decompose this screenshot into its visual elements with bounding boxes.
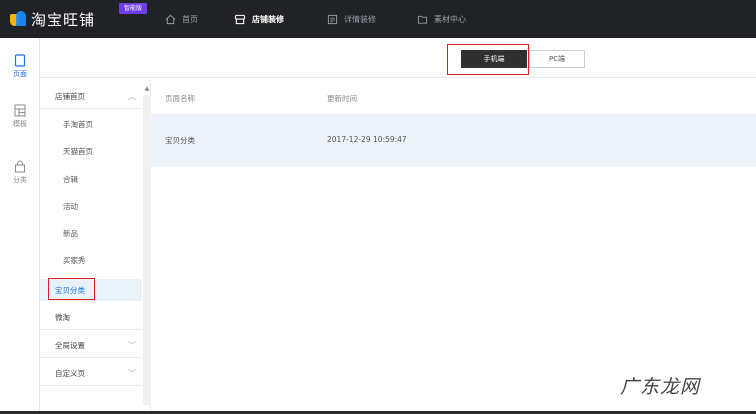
rail-item-category[interactable]: 分类 [0, 160, 40, 196]
scroll-up-icon[interactable]: ▲ [143, 85, 151, 93]
taobao-logo-icon [10, 11, 26, 27]
bag-icon [15, 160, 25, 173]
group-global-settings-label: 全局设置 [55, 341, 85, 350]
list-item-collection[interactable]: 合辑 [40, 168, 142, 190]
list-item-mobile-home[interactable]: 手淘首页 [40, 113, 142, 135]
nav-detail-decoration[interactable]: 详情装修 [327, 0, 376, 38]
highlight-box-category [48, 278, 95, 300]
list-item-label: 新品 [63, 228, 78, 238]
rail-item-page-label: 页面 [13, 70, 27, 78]
rail-item-template-label: 模板 [13, 120, 27, 128]
rail-item-category-label: 分类 [13, 176, 27, 184]
group-store-home-label: 店铺首页 [55, 92, 85, 101]
brand-logo[interactable]: 淘宝旺铺 [10, 9, 95, 29]
nav-detail-label: 详情装修 [344, 14, 376, 24]
list-item-label: 天猫首页 [63, 146, 93, 156]
left-rail: 页面 模板 分类 [0, 38, 40, 414]
list-item-buyer-show[interactable]: 买家秀 [40, 249, 142, 271]
chevron-up-icon[interactable]: ︿ [128, 91, 136, 102]
device-toolbar: 手机端 PC端 [40, 38, 756, 78]
rail-item-template[interactable]: 模板 [0, 104, 40, 140]
panel-scrollbar[interactable] [143, 95, 151, 405]
detail-icon [327, 14, 338, 24]
folder-icon [417, 15, 428, 24]
list-item-new-arrivals[interactable]: 新品 [40, 222, 142, 244]
top-bar: 淘宝旺铺 智能版 首页 店铺装修 详情装修 素材中心 [0, 0, 756, 38]
store-icon [234, 14, 246, 24]
list-item-label: 买家秀 [63, 255, 86, 265]
nav-store-label: 店铺装修 [252, 14, 284, 24]
nav-home[interactable]: 首页 [165, 0, 198, 38]
cell-update-time: 2017-12-29 10:59:47 [327, 135, 407, 144]
nav-store-decoration[interactable]: 店铺装修 [234, 0, 284, 38]
highlight-box-mobile [447, 44, 529, 75]
column-header-update-time: 更新时间 [327, 94, 357, 103]
rail-item-page[interactable]: 页面 [0, 54, 40, 90]
brand-name: 淘宝旺铺 [31, 10, 96, 29]
group-custom-pages-label: 自定义页 [55, 369, 85, 378]
home-icon [165, 14, 176, 24]
edition-badge: 智能版 [119, 3, 147, 14]
list-item-activity[interactable]: 活动 [40, 195, 142, 217]
nav-material-center[interactable]: 素材中心 [417, 0, 466, 38]
template-icon [14, 104, 26, 117]
table-row[interactable]: 宝贝分类 2017-12-29 10:59:47 [151, 115, 756, 167]
watermark-text: 广东龙网 [620, 375, 701, 398]
chevron-down-icon[interactable]: ﹀ [128, 340, 136, 351]
list-item-tmall-home[interactable]: 天猫首页 [40, 140, 142, 162]
column-header-page-name: 页面名称 [165, 94, 195, 103]
nav-material-label: 素材中心 [434, 14, 466, 24]
group-weitao[interactable]: 微淘 [40, 306, 142, 330]
cell-page-name: 宝贝分类 [165, 136, 195, 145]
group-weitao-label: 微淘 [55, 313, 70, 322]
group-store-home[interactable]: 店铺首页 ︿ [40, 85, 142, 109]
watermark: 广东龙网 [620, 373, 720, 398]
group-global-settings[interactable]: 全局设置 ﹀ [40, 334, 142, 358]
table-header: 页面名称 更新时间 [151, 79, 756, 115]
page-icon [14, 54, 26, 67]
group-custom-pages[interactable]: 自定义页 ﹀ [40, 362, 142, 386]
list-item-label: 活动 [63, 201, 78, 211]
pc-switch-button[interactable]: PC端 [529, 50, 585, 68]
chevron-down-icon[interactable]: ﹀ [128, 368, 136, 379]
list-item-label: 合辑 [63, 174, 78, 184]
list-item-label: 手淘首页 [63, 119, 93, 129]
page-list-panel: 店铺首页 ︿ 手淘首页 天猫首页 合辑 活动 新品 买家秀 宝贝分类 微淘 全局… [40, 79, 151, 414]
nav-home-label: 首页 [182, 14, 198, 24]
